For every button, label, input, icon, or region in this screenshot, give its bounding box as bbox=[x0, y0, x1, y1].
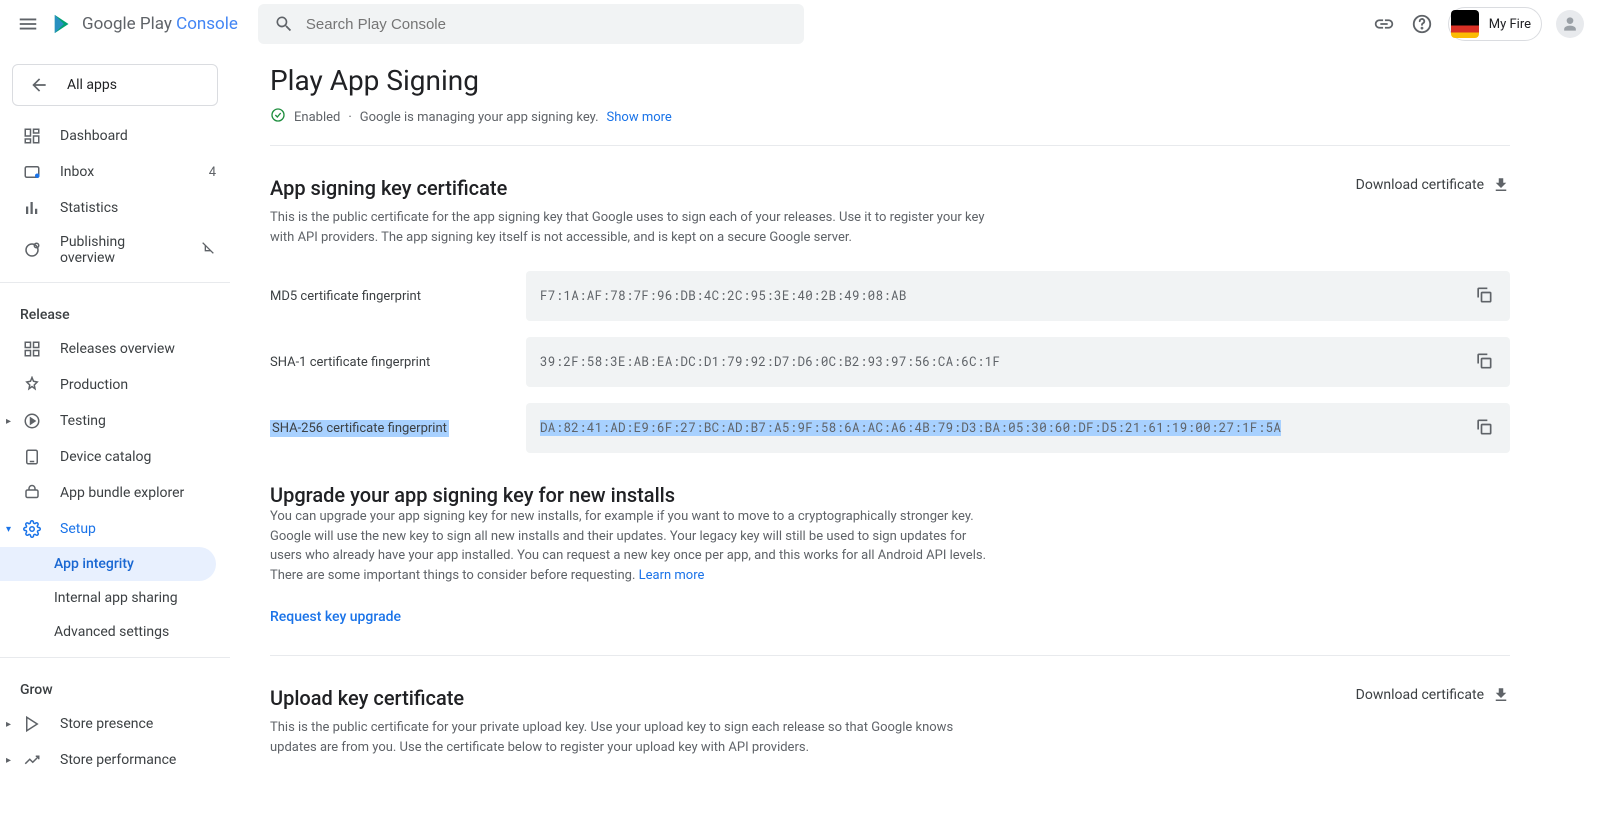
download-cert-1[interactable]: Download certificate bbox=[1356, 176, 1510, 194]
section1-title: App signing key certificate bbox=[270, 176, 507, 200]
section1-desc: This is the public certificate for the a… bbox=[270, 208, 990, 247]
logo-text: Google Play Console bbox=[82, 14, 238, 34]
store-performance-icon bbox=[22, 750, 42, 770]
nav-statistics[interactable]: Statistics bbox=[0, 190, 230, 226]
nav-internal-app-sharing[interactable]: Internal app sharing bbox=[0, 581, 230, 615]
learn-more-link[interactable]: Learn more bbox=[639, 568, 705, 583]
show-more-link[interactable]: Show more bbox=[607, 110, 672, 125]
fp-sha1-box: 39:2F:58:3E:AB:EA:DC:D1:79:92:D7:D6:0C:B… bbox=[526, 337, 1510, 387]
inbox-icon bbox=[22, 162, 42, 182]
play-logo-icon bbox=[52, 13, 74, 35]
divider bbox=[0, 657, 230, 658]
section3-desc: This is the public certificate for your … bbox=[270, 718, 990, 757]
dashboard-icon bbox=[22, 126, 42, 146]
copy-sha1-button[interactable] bbox=[1474, 351, 1496, 373]
store-presence-icon bbox=[22, 714, 42, 734]
top-header: Google Play Console My Fire bbox=[0, 0, 1600, 48]
publishing-icon bbox=[22, 240, 42, 260]
page-title: Play App Signing bbox=[270, 64, 1510, 97]
release-header: Release bbox=[0, 291, 230, 331]
account-name: My Fire bbox=[1489, 17, 1537, 32]
releases-icon bbox=[22, 339, 42, 359]
section2-desc: You can upgrade your app signing key for… bbox=[270, 507, 990, 585]
nav-testing[interactable]: Testing bbox=[0, 403, 230, 439]
account-thumb-icon bbox=[1451, 10, 1479, 38]
app-signing-key-section: App signing key certificate Download cer… bbox=[270, 176, 1510, 453]
all-apps-button[interactable]: All apps bbox=[12, 64, 218, 106]
setup-icon bbox=[22, 519, 42, 539]
production-icon bbox=[22, 375, 42, 395]
account-selector[interactable]: My Fire bbox=[1448, 7, 1542, 41]
fp-sha256-value: DA:82:41:AD:E9:6F:27:BC:AD:B7:A5:9F:58:6… bbox=[540, 420, 1281, 436]
nav-publishing-overview[interactable]: Publishing overview bbox=[0, 226, 230, 274]
fp-md5-box: F7:1A:AF:78:7F:96:DB:4C:2C:95:3E:40:2B:4… bbox=[526, 271, 1510, 321]
section3-title: Upload key certificate bbox=[270, 686, 464, 710]
managed-pub-off-icon bbox=[200, 240, 216, 260]
upgrade-key-section: Upgrade your app signing key for new ins… bbox=[270, 483, 1510, 625]
check-icon bbox=[270, 107, 286, 127]
download-cert-2[interactable]: Download certificate bbox=[1356, 686, 1510, 704]
nav-app-bundle-explorer[interactable]: App bundle explorer bbox=[0, 475, 230, 511]
section2-title: Upgrade your app signing key for new ins… bbox=[270, 483, 1510, 507]
download-icon bbox=[1492, 686, 1510, 704]
statistics-icon bbox=[22, 198, 42, 218]
nav-releases-overview[interactable]: Releases overview bbox=[0, 331, 230, 367]
hamburger-menu-icon[interactable] bbox=[16, 12, 40, 36]
profile-avatar[interactable] bbox=[1556, 10, 1584, 38]
fp-sha1-label: SHA-1 certificate fingerprint bbox=[270, 355, 526, 370]
fp-md5-label: MD5 certificate fingerprint bbox=[270, 289, 526, 304]
upload-key-section: Upload key certificate Download certific… bbox=[270, 686, 1510, 757]
nav-store-presence[interactable]: Store presence bbox=[0, 706, 230, 742]
link-icon[interactable] bbox=[1372, 12, 1396, 36]
testing-icon bbox=[22, 411, 42, 431]
all-apps-label: All apps bbox=[67, 77, 117, 93]
nav-production[interactable]: Production bbox=[0, 367, 230, 403]
fp-sha256-row: SHA-256 certificate fingerprint DA:82:41… bbox=[270, 403, 1510, 453]
fp-md5-row: MD5 certificate fingerprint F7:1A:AF:78:… bbox=[270, 271, 1510, 321]
nav-setup[interactable]: Setup bbox=[0, 511, 230, 547]
copy-sha256-button[interactable] bbox=[1474, 417, 1496, 439]
fp-sha256-label: SHA-256 certificate fingerprint bbox=[270, 420, 449, 437]
nav-app-integrity[interactable]: App integrity bbox=[0, 547, 216, 581]
nav-store-performance[interactable]: Store performance bbox=[0, 742, 230, 778]
nav-inbox[interactable]: Inbox 4 bbox=[0, 154, 230, 190]
bundle-icon bbox=[22, 483, 42, 503]
status-line: Enabled · Google is managing your app si… bbox=[270, 107, 1510, 146]
copy-md5-button[interactable] bbox=[1474, 285, 1496, 307]
play-console-logo[interactable]: Google Play Console bbox=[52, 13, 238, 35]
main-content: Play App Signing Enabled · Google is man… bbox=[230, 56, 1550, 827]
download-icon bbox=[1492, 176, 1510, 194]
status-enabled: Enabled bbox=[294, 110, 340, 125]
arrow-left-icon bbox=[29, 75, 49, 95]
header-actions: My Fire bbox=[1372, 7, 1584, 41]
search-bar[interactable] bbox=[258, 4, 804, 44]
nav-device-catalog[interactable]: Device catalog bbox=[0, 439, 230, 475]
sidebar: All apps Dashboard Inbox 4 Statistics Pu… bbox=[0, 56, 230, 827]
grow-header: Grow bbox=[0, 666, 230, 706]
nav-advanced-settings[interactable]: Advanced settings bbox=[0, 615, 230, 649]
fp-sha1-row: SHA-1 certificate fingerprint 39:2F:58:3… bbox=[270, 337, 1510, 387]
device-icon bbox=[22, 447, 42, 467]
nav-dashboard[interactable]: Dashboard bbox=[0, 118, 230, 154]
status-text: Google is managing your app signing key. bbox=[360, 110, 599, 125]
section-divider bbox=[270, 655, 1510, 656]
search-icon bbox=[274, 14, 294, 34]
help-icon[interactable] bbox=[1410, 12, 1434, 36]
fp-sha1-value: 39:2F:58:3E:AB:EA:DC:D1:79:92:D7:D6:0C:B… bbox=[540, 354, 1000, 370]
request-key-upgrade-link[interactable]: Request key upgrade bbox=[270, 609, 1510, 625]
divider bbox=[0, 282, 230, 283]
search-input[interactable] bbox=[306, 16, 788, 33]
fp-md5-value: F7:1A:AF:78:7F:96:DB:4C:2C:95:3E:40:2B:4… bbox=[540, 288, 907, 304]
fp-sha256-box: DA:82:41:AD:E9:6F:27:BC:AD:B7:A5:9F:58:6… bbox=[526, 403, 1510, 453]
inbox-count: 4 bbox=[209, 165, 216, 180]
